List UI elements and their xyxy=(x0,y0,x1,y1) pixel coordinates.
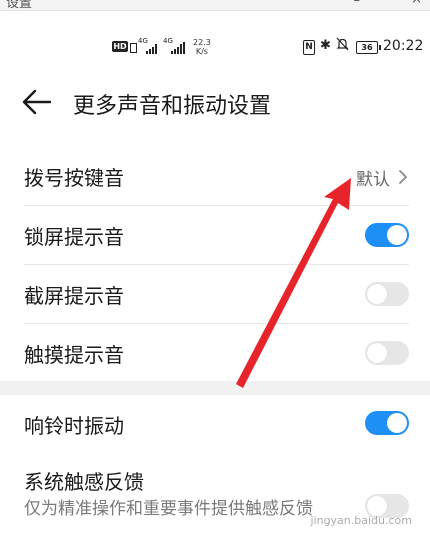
page-title: 更多声音和振动设置 xyxy=(73,94,272,119)
bluetooth-icon: ✱ xyxy=(320,38,331,53)
window-tab-title[interactable]: 设置 xyxy=(6,0,32,10)
status-bar: HD 4G 4G 22.3 K/s N ✱ 36 20:22 xyxy=(0,34,430,62)
watermark: jingyan.baidu.com xyxy=(310,514,412,527)
signal-2-icon: 4G xyxy=(163,37,187,54)
haptic-feedback-description: 仅为精准操作和重要事件提供触感反馈 xyxy=(24,499,313,519)
page-header: 更多声音和振动设置 xyxy=(0,80,430,124)
clock-time: 20:22 xyxy=(383,38,424,54)
lock-sound-toggle[interactable] xyxy=(365,223,409,247)
lock-sound-row: 锁屏提示音 xyxy=(0,206,430,265)
close-button[interactable]: × xyxy=(411,0,422,7)
nfc-icon: N xyxy=(303,40,315,55)
screenshot-sound-toggle[interactable] xyxy=(365,282,409,306)
chevron-right-icon xyxy=(396,168,410,186)
haptic-feedback-row: 系统触感反馈 仅为精准操作和重要事件提供触感反馈 xyxy=(0,454,430,550)
lock-sound-label: 锁屏提示音 xyxy=(24,225,124,249)
window-tab-strip: 设置 – × xyxy=(0,0,430,11)
vibrate-ringing-label: 响铃时振动 xyxy=(24,414,124,438)
haptic-feedback-label: 系统触感反馈 xyxy=(24,470,144,494)
hd-call-sub-icon xyxy=(130,43,137,53)
touch-sound-label: 触摸提示音 xyxy=(24,343,124,367)
signal-1-icon: 4G xyxy=(138,37,160,54)
vibrate-ringing-row: 响铃时振动 xyxy=(0,395,430,454)
battery-icon: 36 xyxy=(356,41,381,54)
screenshot-sound-label: 截屏提示音 xyxy=(24,284,124,308)
dialpad-tone-row[interactable]: 拨号按键音 默认 xyxy=(0,147,430,206)
dialpad-tone-label: 拨号按键音 xyxy=(24,166,124,190)
hd-call-icon: HD xyxy=(112,41,128,52)
touch-sound-toggle[interactable] xyxy=(365,341,409,365)
network-speed: 22.3 K/s xyxy=(193,38,211,56)
vibrate-ringing-toggle[interactable] xyxy=(365,411,409,435)
mute-bell-icon xyxy=(336,37,349,55)
dialpad-tone-value: 默认 xyxy=(356,170,390,190)
touch-sound-row: 触摸提示音 xyxy=(0,324,430,381)
screenshot-sound-row: 截屏提示音 xyxy=(0,265,430,324)
back-arrow-icon[interactable] xyxy=(20,86,56,118)
minimize-button[interactable]: – xyxy=(354,0,361,8)
section-separator xyxy=(0,381,430,395)
